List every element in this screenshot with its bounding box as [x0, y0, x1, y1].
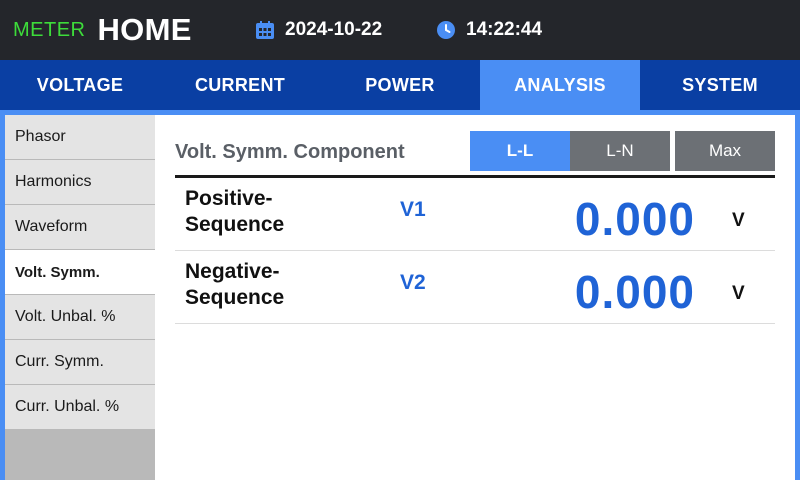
row-value: 0.000: [574, 266, 695, 318]
row-label-line2: Sequence: [185, 286, 285, 309]
analysis-sidebar: Phasor Harmonics Waveform Volt. Symm. Vo…: [5, 115, 155, 480]
sidebar-item-harmonics[interactable]: Harmonics: [5, 160, 155, 204]
page-title: HOME: [97, 12, 192, 47]
time-text: 14:22:44: [466, 19, 543, 40]
row-value: 0.000: [574, 193, 695, 245]
positive-sequence-row: Positive- Sequence V1 0.000 V: [175, 178, 775, 251]
clock-icon: [437, 21, 455, 39]
sidebar-item-waveform[interactable]: Waveform: [5, 205, 155, 249]
sidebar-item-curr-symm[interactable]: Curr. Symm.: [5, 340, 155, 384]
sidebar-item-volt-symm[interactable]: Volt. Symm.: [5, 250, 155, 294]
sidebar-item-curr-unbal[interactable]: Curr. Unbal. %: [5, 385, 155, 429]
date-display: 2024-10-22: [255, 10, 382, 50]
tab-power[interactable]: POWER: [320, 60, 480, 110]
calendar-icon: [256, 21, 274, 39]
row-label: Negative- Sequence: [185, 259, 335, 311]
time-display: 14:22:44: [436, 10, 542, 50]
top-header: METER HOME 2024-10-22 14:22:44: [0, 0, 800, 60]
panel-title: Volt. Symm. Component: [175, 141, 405, 163]
mode-ln-button[interactable]: L-N: [570, 131, 670, 171]
row-label: Positive- Sequence: [185, 186, 335, 238]
sidebar-item-volt-unbal[interactable]: Volt. Unbal. %: [5, 295, 155, 339]
row-label-line1: Negative-: [185, 260, 280, 283]
tab-voltage[interactable]: VOLTAGE: [0, 60, 160, 110]
mode-ll-button[interactable]: L-L: [470, 131, 570, 171]
row-symbol: V1: [400, 198, 426, 221]
negative-sequence-row: Negative- Sequence V2 0.000 V: [175, 251, 775, 324]
volt-symm-panel: Volt. Symm. Component L-L L-N Max Positi…: [155, 115, 795, 480]
row-label-line2: Sequence: [185, 213, 285, 236]
tab-current[interactable]: CURRENT: [160, 60, 320, 110]
brand-prefix: METER: [13, 18, 86, 41]
main-tabs: VOLTAGE CURRENT POWER ANALYSIS SYSTEM: [0, 60, 800, 110]
row-unit: V: [732, 210, 745, 231]
sidebar-item-phasor[interactable]: Phasor: [5, 115, 155, 159]
brand[interactable]: METER HOME: [13, 10, 192, 50]
row-unit: V: [732, 283, 745, 304]
mode-max-button[interactable]: Max: [675, 131, 775, 171]
tab-system[interactable]: SYSTEM: [640, 60, 800, 110]
row-symbol: V2: [400, 271, 426, 294]
row-label-line1: Positive-: [185, 187, 273, 210]
tab-analysis[interactable]: ANALYSIS: [480, 60, 640, 110]
date-text: 2024-10-22: [285, 19, 383, 40]
